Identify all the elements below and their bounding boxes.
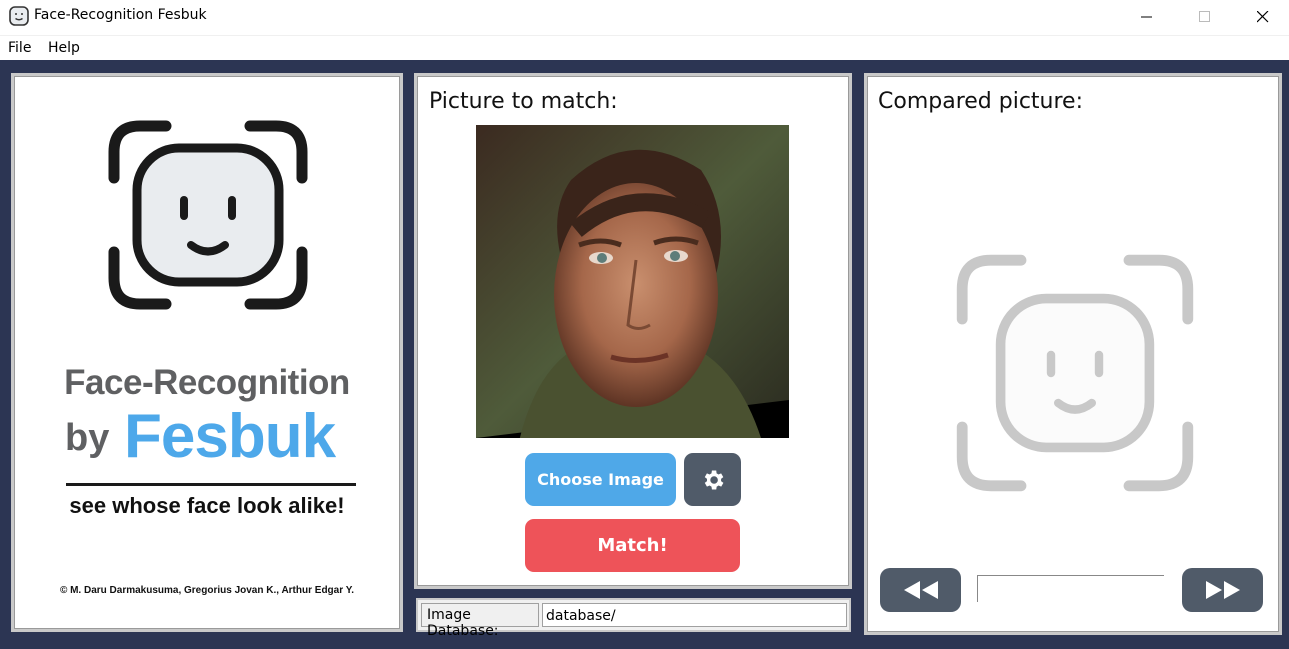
face-photo-image <box>476 125 789 438</box>
window-title: Face-Recognition Fesbuk <box>34 7 207 23</box>
face-scan-icon <box>108 120 308 310</box>
close-button[interactable] <box>1234 0 1289 33</box>
gear-icon <box>704 469 723 490</box>
result-name-field <box>977 575 1164 602</box>
brand-by: by <box>65 417 110 459</box>
next-button[interactable] <box>1182 568 1263 612</box>
rewind-icon <box>903 581 938 599</box>
title-bar: Face-Recognition Fesbuk <box>0 0 1289 33</box>
compare-panel: Compared picture: <box>864 73 1282 635</box>
main-area: Face-Recognition by Fesbuk see whose fac… <box>0 60 1289 649</box>
minimize-button[interactable] <box>1118 0 1176 33</box>
maximize-button[interactable] <box>1176 0 1234 33</box>
face-scan-placeholder-icon <box>956 254 1194 492</box>
credits-text: © M. Daru Darmakusuma, Gregorius Jovan K… <box>59 585 355 596</box>
smiley-face-icon <box>9 6 29 26</box>
menu-help[interactable]: Help <box>48 40 80 56</box>
previous-button[interactable] <box>880 568 961 612</box>
settings-button[interactable] <box>684 453 741 506</box>
match-heading: Picture to match: <box>429 89 618 114</box>
brand-title: Face-Recognition <box>64 363 350 402</box>
menu-bar: File Help <box>0 35 1289 60</box>
database-label: Image Database: <box>421 603 539 639</box>
match-panel: Picture to match: Choose Image Match! <box>414 73 852 589</box>
brand-divider <box>66 483 356 486</box>
brand-name: Fesbuk <box>124 402 336 471</box>
compare-heading: Compared picture: <box>878 89 1084 114</box>
query-photo <box>476 125 789 438</box>
brand-tagline: see whose face look alike! <box>69 493 345 518</box>
database-bar: Image Database: <box>416 598 851 639</box>
branding-panel: Face-Recognition by Fesbuk see whose fac… <box>11 73 403 632</box>
fast-forward-icon <box>1205 581 1240 599</box>
minimize-icon <box>1141 16 1152 17</box>
match-button[interactable]: Match! <box>525 519 740 572</box>
maximize-icon <box>1199 10 1210 22</box>
database-path-input[interactable] <box>542 603 847 627</box>
close-icon <box>1257 10 1269 22</box>
menu-file[interactable]: File <box>8 40 31 56</box>
choose-image-button[interactable]: Choose Image <box>525 453 676 506</box>
